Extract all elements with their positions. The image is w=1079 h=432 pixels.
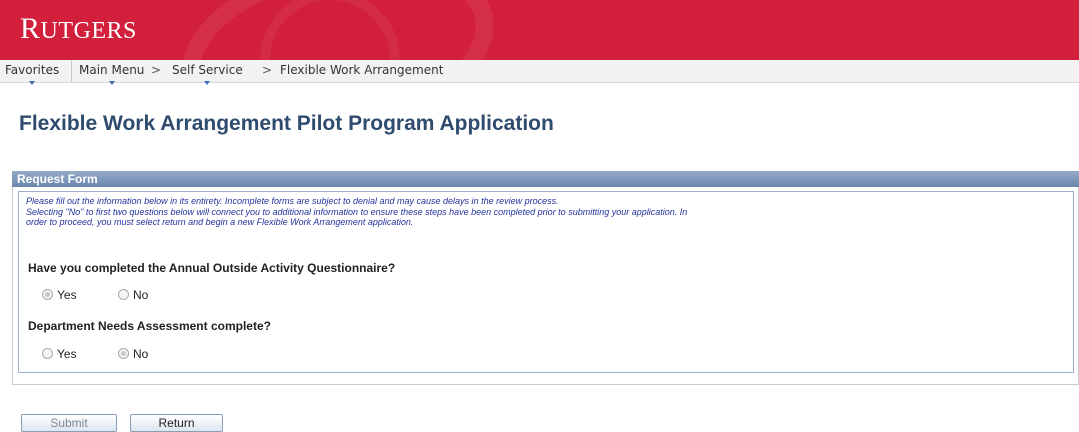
instructions-line-1: Please fill out the information below in… bbox=[26, 196, 559, 206]
instructions-line-3: order to proceed, you must select return… bbox=[26, 217, 414, 227]
question-department-needs: Department Needs Assessment complete? bbox=[28, 319, 271, 333]
question-outside-activity: Have you completed the Annual Outside Ac… bbox=[28, 261, 396, 275]
nav-current-page: Flexible Work Arrangement bbox=[280, 63, 444, 77]
department-needs-yes-option[interactable]: Yes bbox=[42, 347, 77, 363]
department-needs-no-label: No bbox=[133, 347, 149, 361]
department-needs-no-option[interactable]: No bbox=[118, 347, 148, 363]
brand-header: RUTGERS bbox=[0, 0, 1079, 60]
instructions-text: Please fill out the information below in… bbox=[26, 196, 1026, 228]
request-form-content: Please fill out the information below in… bbox=[18, 191, 1074, 373]
nav-favorites[interactable]: Favorites bbox=[5, 63, 59, 85]
breadcrumb-arrow-icon: > bbox=[262, 63, 273, 77]
nav-divider bbox=[71, 60, 72, 82]
outside-activity-yes-option[interactable]: Yes bbox=[42, 288, 77, 304]
outside-activity-no-option[interactable]: No bbox=[118, 288, 148, 304]
nav-main-menu[interactable]: Main Menu bbox=[79, 63, 144, 85]
radio-selected-icon[interactable] bbox=[42, 289, 53, 301]
request-form-header: Request Form bbox=[12, 171, 1079, 187]
submit-button[interactable]: Submit bbox=[21, 414, 117, 432]
instructions-line-2: Selecting "No" to first two questions be… bbox=[26, 206, 688, 217]
radio-empty-icon[interactable] bbox=[42, 348, 53, 360]
page-title: Flexible Work Arrangement Pilot Program … bbox=[19, 112, 554, 135]
radio-empty-icon[interactable] bbox=[118, 289, 129, 301]
request-form-header-label: Request Form bbox=[17, 172, 98, 186]
navigation-bar: Favorites Main Menu > Self Service > Fle… bbox=[0, 60, 1079, 85]
return-button[interactable]: Return bbox=[130, 414, 223, 432]
outside-activity-no-label: No bbox=[133, 288, 149, 302]
radio-selected-icon[interactable] bbox=[118, 348, 129, 360]
outside-activity-yes-label: Yes bbox=[57, 288, 77, 302]
request-form-panel: Please fill out the information below in… bbox=[12, 187, 1079, 385]
breadcrumb-arrow-icon: > bbox=[151, 63, 162, 77]
nav-self-service[interactable]: Self Service bbox=[172, 63, 243, 85]
rutgers-logo[interactable]: RUTGERS bbox=[20, 14, 137, 44]
department-needs-yes-label: Yes bbox=[57, 347, 77, 361]
